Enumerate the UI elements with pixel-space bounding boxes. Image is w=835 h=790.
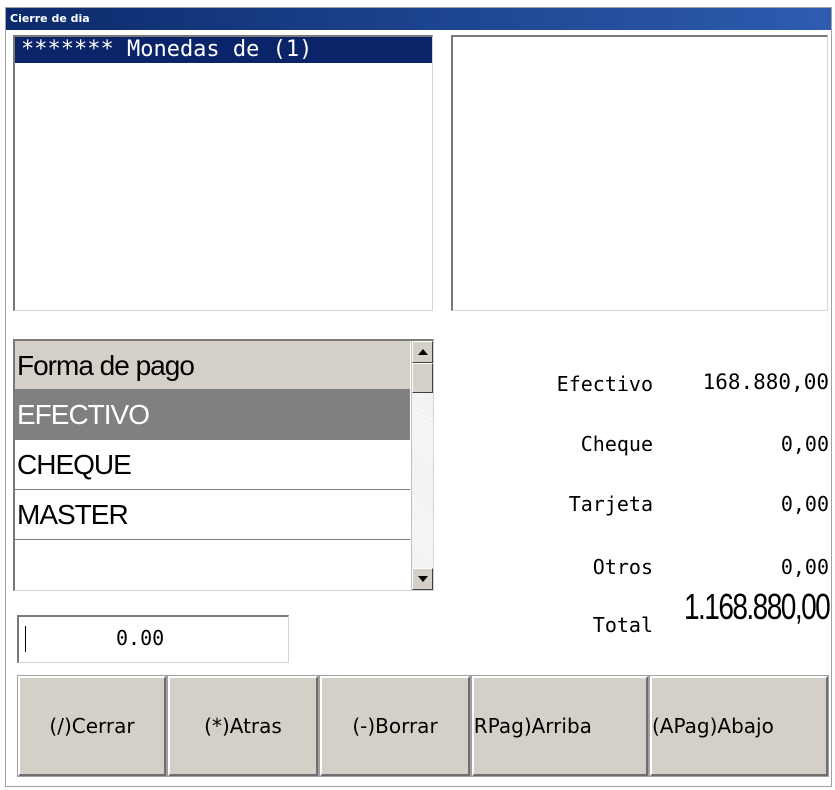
grid-header-forma-de-pago: Forma de pago <box>15 341 410 390</box>
amount-input-value: 0.00 <box>116 626 165 650</box>
abajo-button[interactable]: (APag)Abajo <box>649 675 829 777</box>
payment-method-grid[interactable]: Forma de pago EFECTIVO CHEQUE MASTER <box>13 339 434 591</box>
arrow-up-icon <box>417 349 428 355</box>
abajo-button-label: (APag)Abajo <box>652 714 774 738</box>
otros-value: 0,00 <box>780 555 829 579</box>
cheque-label: Cheque <box>580 432 653 456</box>
coin-list[interactable]: ******* Monedas de (1) <box>13 35 433 311</box>
tarjeta-value: 0,00 <box>780 492 829 516</box>
coin-list-item[interactable]: ******* Monedas de (1) <box>15 37 432 63</box>
atras-button[interactable]: (*)Atras <box>167 675 319 777</box>
total-value: 1.168.880,00 <box>683 586 831 627</box>
text-caret <box>25 626 26 652</box>
tarjeta-label: Tarjeta <box>568 492 653 516</box>
total-label: Total <box>592 613 653 637</box>
window-title: Cierre de dia <box>6 8 831 30</box>
borrar-button[interactable]: (-)Borrar <box>319 675 471 777</box>
grid-row-efectivo[interactable]: EFECTIVO <box>15 390 410 440</box>
grid-scrollbar[interactable] <box>411 341 433 590</box>
detail-list[interactable] <box>451 35 828 311</box>
arriba-button-label: (RPag)Arriba <box>472 714 592 738</box>
efectivo-label: Efectivo <box>556 372 653 396</box>
arrow-down-icon <box>417 576 428 582</box>
otros-label: Otros <box>592 555 653 579</box>
grid-row-master[interactable]: MASTER <box>15 490 410 540</box>
scroll-down-button[interactable] <box>412 568 433 590</box>
grid-row-cheque[interactable]: CHEQUE <box>15 440 410 490</box>
efectivo-value: 168.880,00 <box>702 370 829 394</box>
scroll-up-button[interactable] <box>412 341 433 363</box>
arriba-button[interactable]: (RPag)Arriba <box>471 675 649 777</box>
cheque-value: 0,00 <box>780 432 829 456</box>
cerrar-button[interactable]: (/)Cerrar <box>17 675 167 777</box>
grid-row-empty[interactable] <box>15 540 410 590</box>
amount-input[interactable]: 0.00 <box>17 615 289 663</box>
scroll-thumb[interactable] <box>412 363 433 393</box>
